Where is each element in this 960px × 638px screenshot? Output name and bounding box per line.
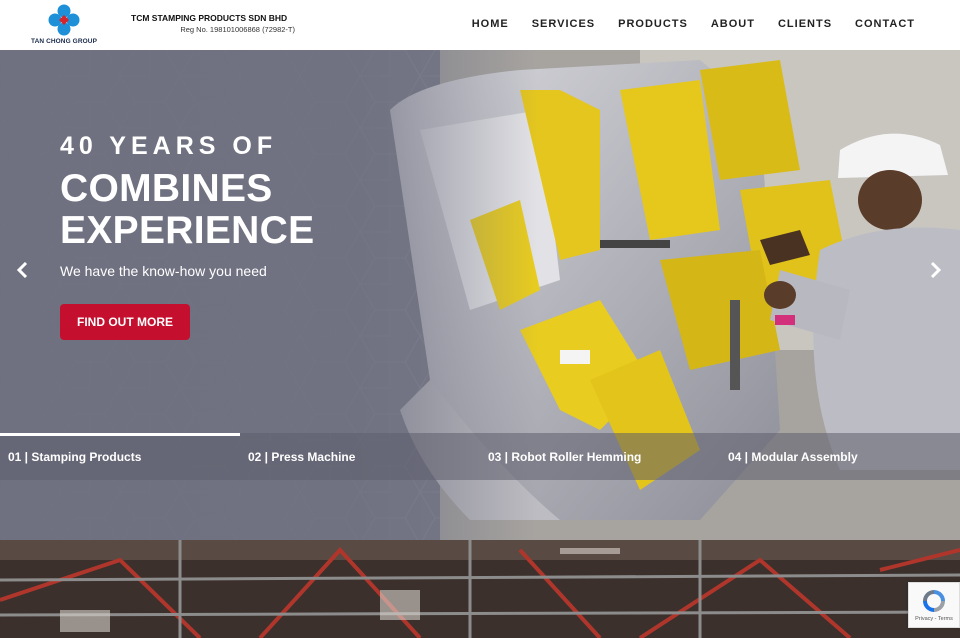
tab-indicator: [240, 433, 480, 436]
tan-chong-logo[interactable]: TAN CHONG GROUP: [30, 4, 98, 48]
factory-background-image: [0, 540, 960, 638]
hero-headline: COMBINES EXPERIENCE: [60, 168, 314, 252]
hero-tagline: We have the know-how you need: [60, 263, 267, 279]
tab-label: 02 | Press Machine: [248, 449, 356, 464]
nav-about[interactable]: ABOUT: [711, 18, 755, 30]
hero-kicker: 40 YEARS OF: [60, 132, 278, 160]
nav-products[interactable]: PRODUCTS: [618, 18, 688, 30]
nav-clients[interactable]: CLIENTS: [778, 18, 832, 30]
factory-image-section: [0, 540, 960, 638]
slider-tabs: 01 | Stamping Products 02 | Press Machin…: [0, 433, 960, 480]
hero-slider: 40 YEARS OF COMBINES EXPERIENCE We have …: [0, 50, 960, 540]
tab-label: 03 | Robot Roller Hemming: [488, 449, 642, 464]
company-info: TCM STAMPING PRODUCTS SDN BHD Reg No. 19…: [131, 13, 295, 34]
main-nav: HOME SERVICES PRODUCTS ABOUT CLIENTS CON…: [472, 18, 915, 30]
tab-modular-assembly[interactable]: 04 | Modular Assembly: [720, 433, 960, 480]
tab-active-indicator: [0, 433, 240, 436]
tab-stamping-products[interactable]: 01 | Stamping Products: [0, 433, 240, 480]
recaptcha-icon: [923, 590, 945, 612]
chevron-left-icon[interactable]: [10, 256, 34, 284]
tab-press-machine[interactable]: 02 | Press Machine: [240, 433, 480, 480]
chevron-right-icon[interactable]: [924, 256, 948, 284]
nav-home[interactable]: HOME: [472, 18, 509, 30]
hero-headline-line-1: COMBINES: [60, 167, 273, 210]
logo-mark-icon: [48, 4, 80, 36]
company-name: TCM STAMPING PRODUCTS SDN BHD: [131, 13, 288, 23]
recaptcha-links[interactable]: Privacy - Terms: [915, 616, 953, 622]
nav-contact[interactable]: CONTACT: [855, 18, 915, 30]
nav-services[interactable]: SERVICES: [532, 18, 595, 30]
site-header: TAN CHONG GROUP TCM STAMPING PRODUCTS SD…: [0, 0, 960, 50]
tab-label: 01 | Stamping Products: [8, 449, 142, 464]
find-out-more-button[interactable]: FIND OUT MORE: [60, 304, 190, 340]
tab-label: 04 | Modular Assembly: [728, 449, 858, 464]
company-registration: Reg No. 198101006868 (72982-T): [180, 25, 295, 34]
logo-caption: TAN CHONG GROUP: [30, 38, 98, 45]
tab-robot-roller-hemming[interactable]: 03 | Robot Roller Hemming: [480, 433, 720, 480]
hero-headline-line-2: EXPERIENCE: [60, 209, 315, 252]
tab-indicator: [480, 433, 720, 436]
tab-indicator: [720, 433, 960, 436]
recaptcha-badge[interactable]: Privacy - Terms: [908, 582, 960, 628]
